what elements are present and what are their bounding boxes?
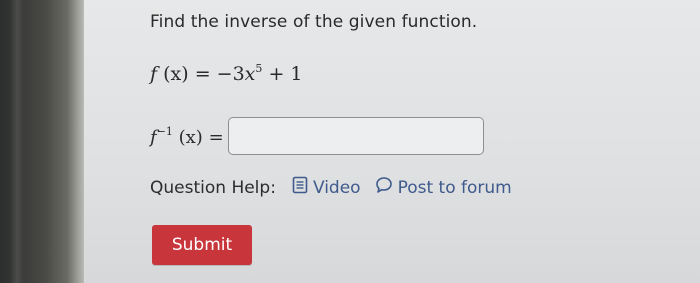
- post-to-forum-link[interactable]: Post to forum: [375, 176, 512, 199]
- function-constant: + 1: [268, 63, 303, 85]
- submit-button[interactable]: Submit: [152, 225, 252, 265]
- bezel-glare: [10, 0, 24, 283]
- inverse-arg: (x): [178, 126, 203, 148]
- function-coefficient: −3: [216, 63, 245, 85]
- question-content: Find the inverse of the given function. …: [150, 0, 690, 283]
- question-panel: Find the inverse of the given function. …: [84, 0, 700, 283]
- speech-bubble-icon: [375, 176, 398, 199]
- answer-row: f−1 (x) =: [150, 117, 484, 155]
- inverse-equals: =: [208, 126, 224, 148]
- video-link[interactable]: Video: [292, 176, 361, 199]
- answer-input[interactable]: [227, 117, 484, 155]
- forum-label: Post to forum: [397, 177, 512, 198]
- help-label: Question Help:: [150, 177, 276, 198]
- video-label: Video: [312, 177, 361, 198]
- question-help: Question Help: Video Post to forum: [150, 176, 526, 199]
- function-exponent: 5: [255, 62, 263, 75]
- function-arg: (x): [163, 63, 189, 85]
- answer-label: f−1 (x) =: [150, 125, 224, 148]
- function-equation: f (x) = −3x5 + 1: [150, 62, 303, 85]
- monitor-bezel: [0, 0, 84, 283]
- function-variable: x: [244, 63, 256, 85]
- question-prompt: Find the inverse of the given function.: [150, 12, 478, 32]
- photo-frame: Find the inverse of the given function. …: [0, 0, 700, 283]
- document-icon: [292, 176, 313, 199]
- function-equals: =: [194, 63, 211, 85]
- function-name: f: [150, 63, 158, 85]
- inverse-exponent: −1: [156, 124, 173, 138]
- inverse-name: f: [150, 126, 157, 148]
